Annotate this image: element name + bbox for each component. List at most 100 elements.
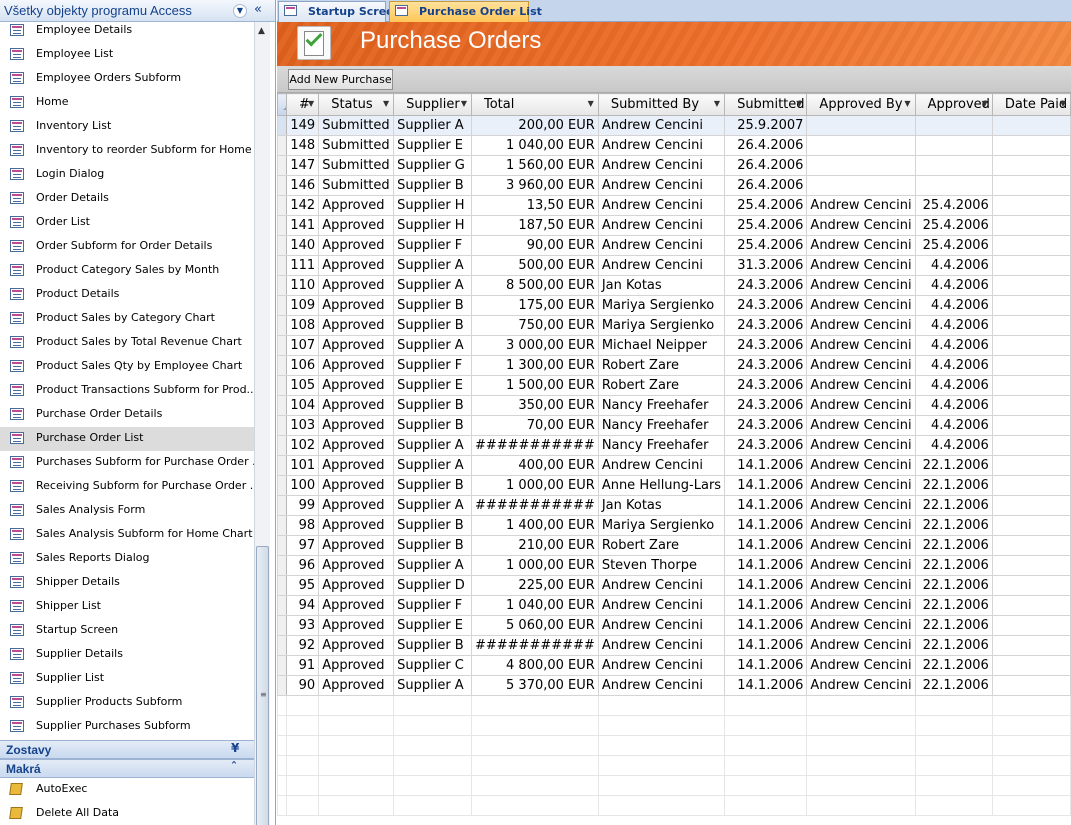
cell-approved-by[interactable]: Andrew Cencini: [806, 435, 916, 456]
row-selector[interactable]: [277, 615, 287, 636]
row-selector[interactable]: [277, 315, 287, 336]
cell-submitted[interactable]: 24.3.2006: [724, 375, 808, 396]
cell-submitted-by[interactable]: Andrew Cencini: [597, 675, 726, 696]
table-row[interactable]: 94 Approved Supplier F1 040,00 EUR Andrew C…: [277, 595, 1071, 616]
cell-supplier[interactable]: Supplier B: [393, 315, 472, 336]
cell-date-paid[interactable]: [991, 475, 1071, 496]
cell-date-paid[interactable]: [991, 335, 1071, 356]
cell-total[interactable]: 4 800,00 EUR: [470, 655, 599, 676]
nav-pane-header[interactable]: Všetky objekty programu Access ▼ «: [0, 0, 275, 22]
cell-submitted[interactable]: 24.3.2006: [724, 415, 808, 436]
cell-total[interactable]: ###########: [470, 435, 599, 456]
cell-approved[interactable]: [914, 115, 993, 136]
cell-submitted[interactable]: 26.4.2006: [724, 155, 808, 176]
cell-total[interactable]: 400,00 EUR: [470, 455, 599, 476]
cell-id[interactable]: 105: [285, 375, 320, 396]
cell-id[interactable]: 91: [285, 655, 320, 676]
cell-submitted-by[interactable]: Nancy Freehafer: [597, 435, 726, 456]
cell-id[interactable]: 110: [285, 275, 320, 296]
cell-approved-by[interactable]: Andrew Cencini: [806, 655, 916, 676]
cell-total[interactable]: 1 040,00 EUR: [470, 595, 599, 616]
cell-date-paid[interactable]: [991, 495, 1071, 516]
cell-approved[interactable]: [914, 155, 993, 176]
table-row[interactable]: 106 Approved Supplier F1 300,00 EUR Robert …: [277, 355, 1071, 376]
filter-dropdown-icon[interactable]: ▼: [1060, 99, 1066, 108]
cell-supplier[interactable]: Supplier A: [393, 335, 472, 356]
cell-submitted-by[interactable]: Mariya Sergienko: [597, 515, 726, 536]
row-selector[interactable]: [277, 435, 287, 456]
table-row[interactable]: 91 Approved Supplier C4 800,00 EUR Andrew C…: [277, 655, 1071, 676]
cell-status[interactable]: Approved: [318, 495, 395, 516]
cell-status[interactable]: Approved: [318, 555, 395, 576]
cell-id[interactable]: 106: [285, 355, 320, 376]
cell-approved-by[interactable]: Andrew Cencini: [806, 415, 916, 436]
cell-approved[interactable]: 22.1.2006: [914, 675, 993, 696]
column-header-submitted-by[interactable]: Submitted By ▼: [597, 93, 726, 116]
cell-submitted-by[interactable]: Steven Thorpe: [597, 555, 726, 576]
cell-supplier[interactable]: Supplier F: [393, 235, 472, 256]
cell-approved-by[interactable]: [806, 135, 916, 156]
nav-item-inventory-to-reorder-subform-for-home[interactable]: Inventory to reorder Subform for Home: [0, 139, 254, 163]
cell-approved-by[interactable]: [806, 115, 916, 136]
cell-submitted-by[interactable]: Andrew Cencini: [597, 115, 726, 136]
table-row[interactable]: 141 Approved Supplier H 187,50 EUR Andrew Ce…: [277, 215, 1071, 236]
cell-supplier[interactable]: Supplier D: [393, 575, 472, 596]
cell-approved[interactable]: 22.1.2006: [914, 595, 993, 616]
cell-date-paid[interactable]: [991, 455, 1071, 476]
cell-date-paid[interactable]: [991, 155, 1071, 176]
cell-date-paid[interactable]: [991, 635, 1071, 656]
cell-submitted-by[interactable]: Robert Zare: [597, 535, 726, 556]
nav-item-inventory-list[interactable]: Inventory List: [0, 115, 254, 139]
cell-id[interactable]: 141: [285, 215, 320, 236]
cell-submitted[interactable]: 14.1.2006: [724, 535, 808, 556]
cell-id[interactable]: 107: [285, 335, 320, 356]
cell-submitted[interactable]: 26.4.2006: [724, 175, 808, 196]
nav-item-product-category-sales-by-month[interactable]: Product Category Sales by Month: [0, 259, 254, 283]
column-header-date-paid[interactable]: Date Paid ▼: [991, 93, 1071, 116]
cell-date-paid[interactable]: [991, 595, 1071, 616]
cell-id[interactable]: 102: [285, 435, 320, 456]
column-header-id[interactable]: # ▼: [285, 93, 320, 116]
cell-supplier[interactable]: Supplier B: [393, 535, 472, 556]
table-row[interactable]: 100 Approved Supplier B1 000,00 EUR Anne He…: [277, 475, 1071, 496]
cell-date-paid[interactable]: [991, 575, 1071, 596]
cell-approved-by[interactable]: Andrew Cencini: [806, 355, 916, 376]
cell-supplier[interactable]: Supplier B: [393, 415, 472, 436]
cell-supplier[interactable]: Supplier F: [393, 595, 472, 616]
tab-startup-screen[interactable]: Startup Screen: [278, 1, 401, 22]
nav-item-order-list[interactable]: Order List: [0, 211, 254, 235]
cell-submitted[interactable]: 25.4.2006: [724, 235, 808, 256]
cell-approved-by[interactable]: Andrew Cencini: [806, 575, 916, 596]
row-selector[interactable]: [277, 535, 287, 556]
cell-approved[interactable]: 4.4.2006: [914, 395, 993, 416]
cell-status[interactable]: Submitted: [318, 175, 395, 196]
row-selector[interactable]: [277, 295, 287, 316]
table-row[interactable]: 99 Approved Supplier A ########### Jan Kotas…: [277, 495, 1071, 516]
cell-total[interactable]: 5 060,00 EUR: [470, 615, 599, 636]
cell-supplier[interactable]: Supplier A: [393, 275, 472, 296]
cell-total[interactable]: 3 960,00 EUR: [470, 175, 599, 196]
cell-supplier[interactable]: Supplier A: [393, 455, 472, 476]
table-row[interactable]: 105 Approved Supplier E1 500,00 EUR Robert …: [277, 375, 1071, 396]
row-selector[interactable]: [277, 655, 287, 676]
table-row[interactable]: 97 Approved Supplier B 210,00 EUR Robert Zar…: [277, 535, 1071, 556]
cell-date-paid[interactable]: [991, 375, 1071, 396]
table-row[interactable]: 96 Approved Supplier A1 000,00 EUR Steven T…: [277, 555, 1071, 576]
collapse-icon[interactable]: ˆ: [231, 760, 237, 774]
cell-submitted[interactable]: 14.1.2006: [724, 575, 808, 596]
cell-date-paid[interactable]: [991, 175, 1071, 196]
table-row[interactable]: 142 Approved Supplier H 13,50 EUR Andrew Cen…: [277, 195, 1071, 216]
row-selector[interactable]: [277, 355, 287, 376]
nav-item-startup-screen[interactable]: Startup Screen: [0, 619, 254, 643]
column-header-submitted[interactable]: Submitted ▼: [724, 93, 808, 116]
table-row[interactable]: 92 Approved Supplier B ########### Andrew Ce…: [277, 635, 1071, 656]
cell-submitted[interactable]: 24.3.2006: [724, 395, 808, 416]
cell-submitted-by[interactable]: Mariya Sergienko: [597, 315, 726, 336]
cell-approved[interactable]: 4.4.2006: [914, 295, 993, 316]
cell-approved-by[interactable]: [806, 175, 916, 196]
cell-status[interactable]: Approved: [318, 315, 395, 336]
cell-submitted-by[interactable]: Andrew Cencini: [597, 655, 726, 676]
cell-total[interactable]: ###########: [470, 635, 599, 656]
table-row[interactable]: 107 Approved Supplier A3 000,00 EUR Michael…: [277, 335, 1071, 356]
nav-item-product-details[interactable]: Product Details: [0, 283, 254, 307]
